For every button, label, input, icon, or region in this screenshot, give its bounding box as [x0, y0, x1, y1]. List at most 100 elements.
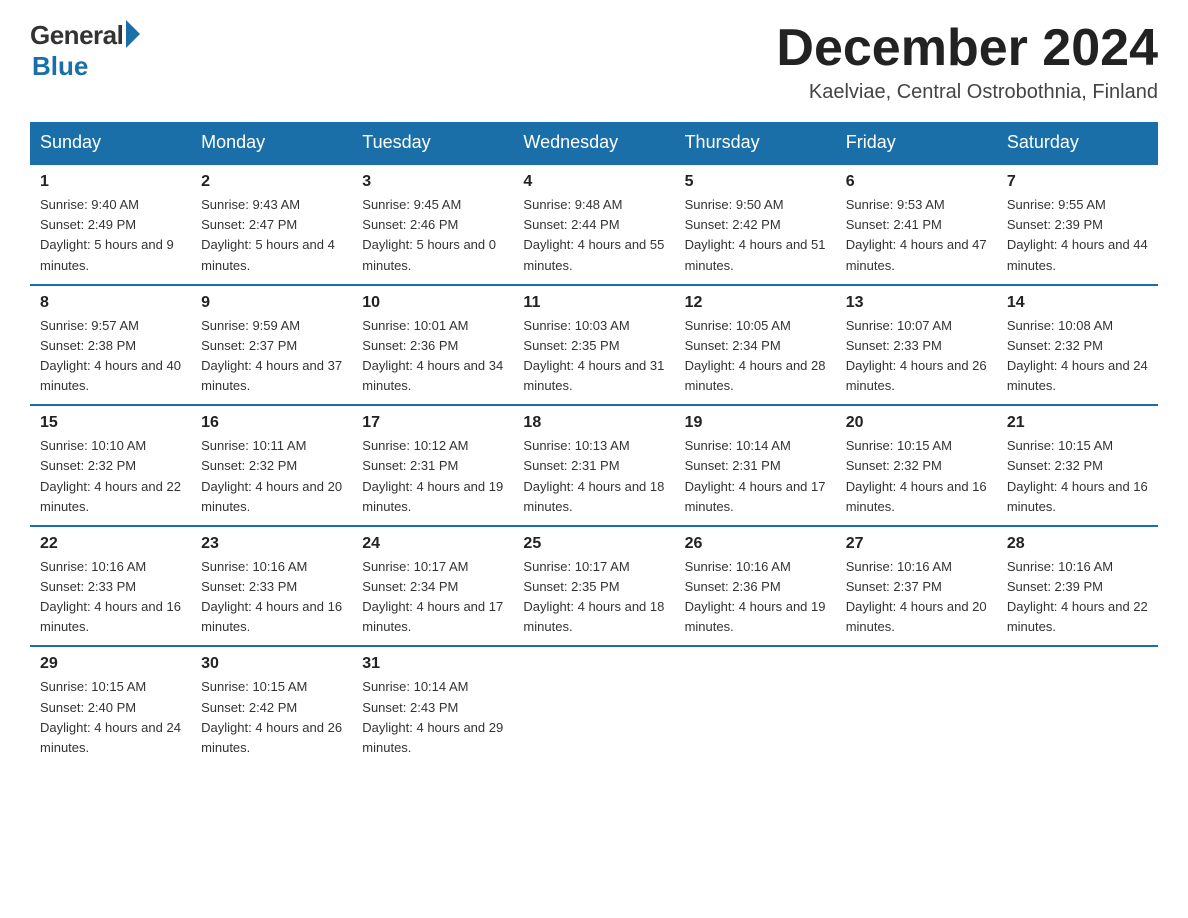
logo-blue-text: Blue [32, 51, 88, 82]
day-info: Sunrise: 9:43 AMSunset: 2:47 PMDaylight:… [201, 195, 342, 276]
day-number: 5 [685, 173, 826, 191]
day-number: 29 [40, 655, 181, 673]
calendar-cell: 17 Sunrise: 10:12 AMSunset: 2:31 PMDaylig… [352, 405, 513, 526]
calendar-cell: 21 Sunrise: 10:15 AMSunset: 2:32 PMDaylig… [997, 405, 1158, 526]
day-number: 25 [523, 535, 664, 553]
logo-general-text: General [30, 20, 123, 51]
calendar-header: SundayMondayTuesdayWednesdayThursdayFrid… [30, 122, 1158, 164]
day-info: Sunrise: 10:15 AMSunset: 2:40 PMDaylight… [40, 677, 181, 758]
month-title: December 2024 [776, 20, 1158, 77]
calendar-cell: 20 Sunrise: 10:15 AMSunset: 2:32 PMDaylig… [836, 405, 997, 526]
day-number: 18 [523, 414, 664, 432]
calendar-cell: 4 Sunrise: 9:48 AMSunset: 2:44 PMDaylight… [513, 164, 674, 285]
day-info: Sunrise: 10:16 AMSunset: 2:39 PMDaylight… [1007, 557, 1148, 638]
title-area: December 2024 Kaelviae, Central Ostrobot… [776, 20, 1158, 104]
day-info: Sunrise: 9:53 AMSunset: 2:41 PMDaylight:… [846, 195, 987, 276]
day-number: 16 [201, 414, 342, 432]
week-row-2: 8Sunrise: 9:57 AMSunset: 2:38 PMDaylight… [30, 285, 1158, 406]
day-number: 13 [846, 294, 987, 312]
day-number: 10 [362, 294, 503, 312]
day-number: 27 [846, 535, 987, 553]
day-number: 14 [1007, 294, 1148, 312]
calendar-cell: 24 Sunrise: 10:17 AMSunset: 2:34 PMDaylig… [352, 526, 513, 647]
day-number: 2 [201, 173, 342, 191]
day-number: 15 [40, 414, 181, 432]
location-text: Kaelviae, Central Ostrobothnia, Finland [776, 81, 1158, 104]
day-info: Sunrise: 9:48 AMSunset: 2:44 PMDaylight:… [523, 195, 664, 276]
calendar-cell: 2 Sunrise: 9:43 AMSunset: 2:47 PMDaylight… [191, 164, 352, 285]
day-info: Sunrise: 10:12 AMSunset: 2:31 PMDaylight… [362, 436, 503, 517]
day-info: Sunrise: 10:15 AMSunset: 2:42 PMDaylight… [201, 677, 342, 758]
day-number: 24 [362, 535, 503, 553]
calendar-cell: 5 Sunrise: 9:50 AMSunset: 2:42 PMDaylight… [675, 164, 836, 285]
day-number: 23 [201, 535, 342, 553]
calendar-cell: 26 Sunrise: 10:16 AMSunset: 2:36 PMDaylig… [675, 526, 836, 647]
day-number: 26 [685, 535, 826, 553]
day-info: Sunrise: 10:05 AMSunset: 2:34 PMDaylight… [685, 316, 826, 397]
day-number: 4 [523, 173, 664, 191]
week-row-5: 29 Sunrise: 10:15 AMSunset: 2:40 PMDaylig… [30, 646, 1158, 766]
header-cell-tuesday: Tuesday [352, 122, 513, 164]
calendar-cell: 13 Sunrise: 10:07 AMSunset: 2:33 PMDaylig… [836, 285, 997, 406]
calendar-cell [675, 646, 836, 766]
header-row: SundayMondayTuesdayWednesdayThursdayFrid… [30, 122, 1158, 164]
calendar-cell: 9 Sunrise: 9:59 AMSunset: 2:37 PMDaylight… [191, 285, 352, 406]
day-info: Sunrise: 9:50 AMSunset: 2:42 PMDaylight:… [685, 195, 826, 276]
calendar-cell: 10 Sunrise: 10:01 AMSunset: 2:36 PMDaylig… [352, 285, 513, 406]
day-info: Sunrise: 10:08 AMSunset: 2:32 PMDaylight… [1007, 316, 1148, 397]
calendar-cell: 15 Sunrise: 10:10 AMSunset: 2:32 PMDaylig… [30, 405, 191, 526]
calendar-cell: 8Sunrise: 9:57 AMSunset: 2:38 PMDaylight… [30, 285, 191, 406]
calendar-cell: 27Sunrise: 10:16 AMSunset: 2:37 PMDaylig… [836, 526, 997, 647]
day-info: Sunrise: 9:55 AMSunset: 2:39 PMDaylight:… [1007, 195, 1148, 276]
day-number: 6 [846, 173, 987, 191]
day-number: 20 [846, 414, 987, 432]
day-info: Sunrise: 10:01 AMSunset: 2:36 PMDaylight… [362, 316, 503, 397]
day-number: 9 [201, 294, 342, 312]
calendar-cell: 3Sunrise: 9:45 AMSunset: 2:46 PMDaylight… [352, 164, 513, 285]
header-cell-monday: Monday [191, 122, 352, 164]
calendar-cell: 16Sunrise: 10:11 AMSunset: 2:32 PMDaylig… [191, 405, 352, 526]
day-info: Sunrise: 10:07 AMSunset: 2:33 PMDaylight… [846, 316, 987, 397]
day-number: 11 [523, 294, 664, 312]
calendar-cell: 14 Sunrise: 10:08 AMSunset: 2:32 PMDaylig… [997, 285, 1158, 406]
day-info: Sunrise: 10:13 AMSunset: 2:31 PMDaylight… [523, 436, 664, 517]
day-number: 7 [1007, 173, 1148, 191]
page-header: General Blue December 2024 Kaelviae, Cen… [30, 20, 1158, 104]
day-info: Sunrise: 10:17 AMSunset: 2:35 PMDaylight… [523, 557, 664, 638]
day-info: Sunrise: 10:17 AMSunset: 2:34 PMDaylight… [362, 557, 503, 638]
day-number: 21 [1007, 414, 1148, 432]
day-info: Sunrise: 10:15 AMSunset: 2:32 PMDaylight… [1007, 436, 1148, 517]
day-info: Sunrise: 10:16 AMSunset: 2:36 PMDaylight… [685, 557, 826, 638]
day-number: 31 [362, 655, 503, 673]
calendar-cell [997, 646, 1158, 766]
day-info: Sunrise: 10:03 AMSunset: 2:35 PMDaylight… [523, 316, 664, 397]
calendar-body: 1Sunrise: 9:40 AMSunset: 2:49 PMDaylight… [30, 164, 1158, 766]
day-info: Sunrise: 10:15 AMSunset: 2:32 PMDaylight… [846, 436, 987, 517]
day-number: 22 [40, 535, 181, 553]
day-number: 17 [362, 414, 503, 432]
calendar-cell: 28 Sunrise: 10:16 AMSunset: 2:39 PMDaylig… [997, 526, 1158, 647]
calendar-cell [513, 646, 674, 766]
week-row-4: 22 Sunrise: 10:16 AMSunset: 2:33 PMDaylig… [30, 526, 1158, 647]
header-cell-friday: Friday [836, 122, 997, 164]
day-info: Sunrise: 10:14 AMSunset: 2:43 PMDaylight… [362, 677, 503, 758]
calendar-cell: 23 Sunrise: 10:16 AMSunset: 2:33 PMDaylig… [191, 526, 352, 647]
calendar-cell: 19Sunrise: 10:14 AMSunset: 2:31 PMDaylig… [675, 405, 836, 526]
calendar-cell: 25 Sunrise: 10:17 AMSunset: 2:35 PMDaylig… [513, 526, 674, 647]
day-info: Sunrise: 9:59 AMSunset: 2:37 PMDaylight:… [201, 316, 342, 397]
header-cell-thursday: Thursday [675, 122, 836, 164]
calendar-cell: 7 Sunrise: 9:55 AMSunset: 2:39 PMDaylight… [997, 164, 1158, 285]
day-info: Sunrise: 10:16 AMSunset: 2:33 PMDaylight… [201, 557, 342, 638]
calendar-cell: 30Sunrise: 10:15 AMSunset: 2:42 PMDaylig… [191, 646, 352, 766]
week-row-3: 15 Sunrise: 10:10 AMSunset: 2:32 PMDaylig… [30, 405, 1158, 526]
day-info: Sunrise: 9:57 AMSunset: 2:38 PMDaylight:… [40, 316, 181, 397]
header-cell-sunday: Sunday [30, 122, 191, 164]
week-row-1: 1Sunrise: 9:40 AMSunset: 2:49 PMDaylight… [30, 164, 1158, 285]
header-cell-wednesday: Wednesday [513, 122, 674, 164]
calendar-cell: 29 Sunrise: 10:15 AMSunset: 2:40 PMDaylig… [30, 646, 191, 766]
day-number: 28 [1007, 535, 1148, 553]
day-number: 3 [362, 173, 503, 191]
day-info: Sunrise: 10:10 AMSunset: 2:32 PMDaylight… [40, 436, 181, 517]
logo: General Blue [30, 20, 140, 82]
day-info: Sunrise: 10:16 AMSunset: 2:33 PMDaylight… [40, 557, 181, 638]
